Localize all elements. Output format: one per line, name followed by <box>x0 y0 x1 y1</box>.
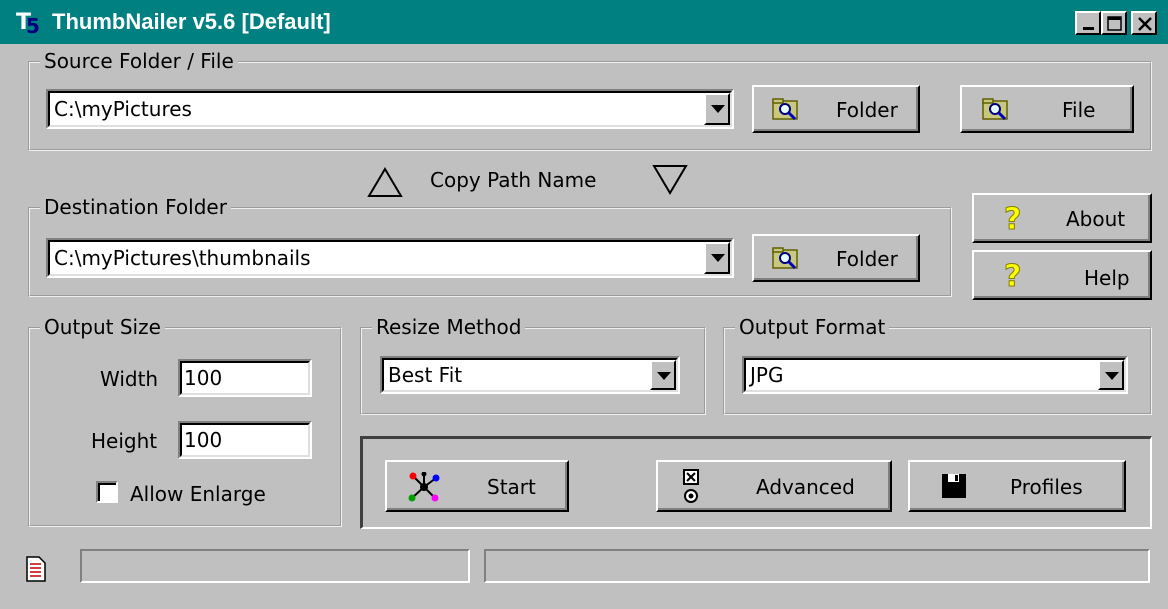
resize-method-dropdown-button[interactable] <box>650 360 676 390</box>
resize-method-value: Best Fit <box>388 363 463 387</box>
height-label: Height <box>91 429 158 453</box>
source-file-button[interactable]: File <box>960 85 1134 133</box>
destination-dropdown-button[interactable] <box>704 242 730 274</box>
source-dropdown-button[interactable] <box>704 93 730 125</box>
source-file-label: File <box>1062 98 1096 122</box>
copy-path-label: Copy Path Name <box>430 168 597 192</box>
status-panel-right <box>484 549 1150 583</box>
log-document-icon[interactable] <box>26 556 46 582</box>
folder-search-icon <box>772 98 798 121</box>
output-format-select[interactable]: JPG <box>742 356 1128 394</box>
app-logo-icon: T5 <box>16 10 40 38</box>
height-input[interactable]: 100 <box>178 421 312 459</box>
copy-path-up-icon[interactable] <box>367 166 403 198</box>
chevron-down-icon <box>711 105 725 113</box>
profiles-label: Profiles <box>1010 475 1083 499</box>
question-mark-icon: ? <box>1004 260 1022 292</box>
question-mark-icon: ? <box>1004 203 1022 235</box>
height-value: 100 <box>184 428 223 452</box>
title-bar[interactable]: T5 ThumbNailer v5.6 [Default] <box>0 0 1168 44</box>
source-folder-button[interactable]: Folder <box>752 85 920 133</box>
app-window: T5 ThumbNailer v5.6 [Default] Source Fol… <box>0 0 1168 609</box>
advanced-options-icon <box>683 469 699 503</box>
maximize-icon <box>1107 16 1122 31</box>
status-panel-left <box>80 549 470 583</box>
output-size-legend: Output Size <box>40 315 165 339</box>
advanced-label: Advanced <box>756 475 855 499</box>
resize-method-legend: Resize Method <box>372 315 526 339</box>
svg-text:?: ? <box>1004 203 1021 235</box>
advanced-button[interactable]: Advanced <box>656 460 892 512</box>
destination-path-combo[interactable]: C:\myPictures\thumbnails <box>46 238 734 278</box>
width-value: 100 <box>184 366 223 390</box>
allow-enlarge-label[interactable]: Allow Enlarge <box>130 481 266 507</box>
destination-folder-button[interactable]: Folder <box>752 234 920 282</box>
folder-search-icon <box>772 247 798 270</box>
start-button[interactable]: Start <box>385 460 569 512</box>
window-title: ThumbNailer v5.6 [Default] <box>52 9 331 34</box>
output-format-legend: Output Format <box>735 315 890 339</box>
profiles-button[interactable]: Profiles <box>908 460 1126 512</box>
start-label: Start <box>487 475 536 499</box>
source-legend: Source Folder / File <box>40 49 238 73</box>
file-search-icon <box>982 98 1008 121</box>
source-path-value: C:\myPictures <box>54 97 192 121</box>
width-input[interactable]: 100 <box>178 359 312 397</box>
destination-folder-label: Folder <box>836 247 898 271</box>
about-button[interactable]: ? About <box>972 193 1152 243</box>
minimize-button[interactable] <box>1075 11 1101 35</box>
output-format-dropdown-button[interactable] <box>1098 360 1124 390</box>
width-label: Width <box>100 367 159 391</box>
maximize-button[interactable] <box>1101 11 1127 35</box>
resize-method-select[interactable]: Best Fit <box>380 356 680 394</box>
about-label: About <box>1066 207 1126 231</box>
start-icon <box>408 472 440 502</box>
close-icon <box>1138 17 1152 31</box>
source-folder-label: Folder <box>836 98 898 122</box>
destination-legend: Destination Folder <box>40 195 231 219</box>
destination-path-value: C:\myPictures\thumbnails <box>54 246 311 270</box>
chevron-down-icon <box>657 372 671 380</box>
output-format-value: JPG <box>750 363 784 387</box>
allow-enlarge-checkbox[interactable] <box>96 481 118 503</box>
close-button[interactable] <box>1131 11 1157 35</box>
svg-text:?: ? <box>1004 260 1021 292</box>
minimize-icon <box>1083 27 1094 30</box>
help-button[interactable]: ? Help <box>972 250 1152 300</box>
copy-path-down-icon[interactable] <box>652 163 688 195</box>
chevron-down-icon <box>1105 372 1119 380</box>
help-label: Help <box>1084 266 1130 290</box>
chevron-down-icon <box>711 254 725 262</box>
source-path-combo[interactable]: C:\myPictures <box>46 89 734 129</box>
floppy-disk-icon <box>942 474 966 498</box>
